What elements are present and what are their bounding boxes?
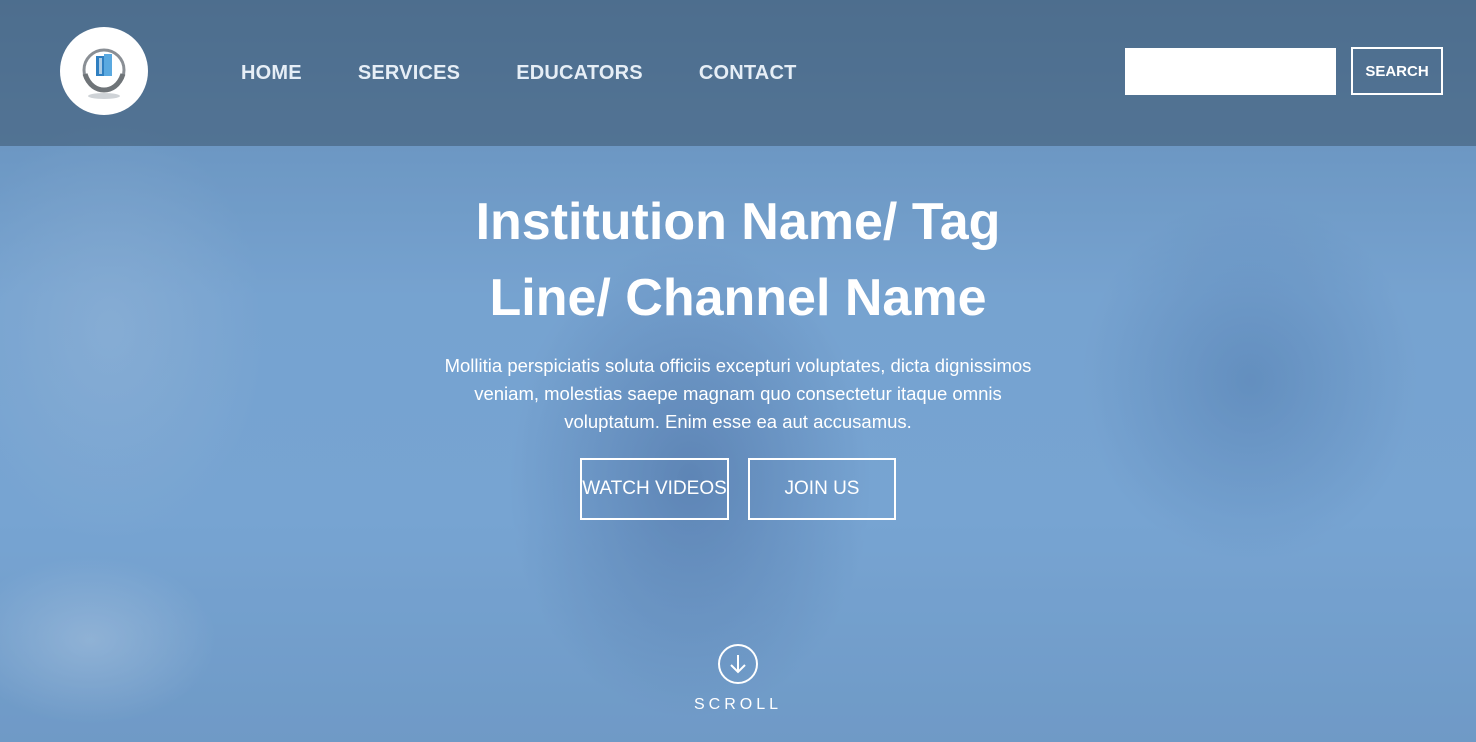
hero-section: Institution Name/ Tag Line/ Channel Name… — [0, 146, 1476, 520]
nav-contact[interactable]: CONTACT — [699, 62, 797, 85]
join-us-button[interactable]: JOIN US — [748, 458, 896, 520]
hero-cta-group: WATCH VIDEOS JOIN US — [0, 458, 1476, 520]
search-button[interactable]: SEARCH — [1351, 47, 1443, 95]
arrow-down-circle-icon[interactable] — [718, 644, 758, 684]
watch-videos-button[interactable]: WATCH VIDEOS — [580, 458, 729, 520]
nav-educators[interactable]: EDUCATORS — [516, 62, 643, 85]
scroll-label: SCROLL — [693, 696, 783, 713]
hero-title-line-2: Line/ Channel Name — [489, 269, 987, 327]
hero-title-line-1: Institution Name/ Tag — [475, 193, 1001, 251]
site-logo[interactable] — [60, 27, 148, 115]
hero-title: Institution Name/ Tag Line/ Channel Name — [418, 184, 1058, 336]
nav-services[interactable]: SERVICES — [358, 62, 460, 85]
scroll-indicator[interactable]: SCROLL — [0, 644, 1476, 714]
top-navigation-bar: HOME SERVICES EDUCATORS CONTACT SEARCH — [0, 0, 1476, 146]
hero-description: Mollitia perspiciatis soluta officiis ex… — [444, 355, 1032, 432]
nav-home[interactable]: HOME — [241, 62, 302, 85]
search-input[interactable] — [1125, 48, 1336, 95]
main-nav: HOME SERVICES EDUCATORS CONTACT — [241, 62, 797, 85]
book-hands-logo-icon — [82, 48, 126, 99]
